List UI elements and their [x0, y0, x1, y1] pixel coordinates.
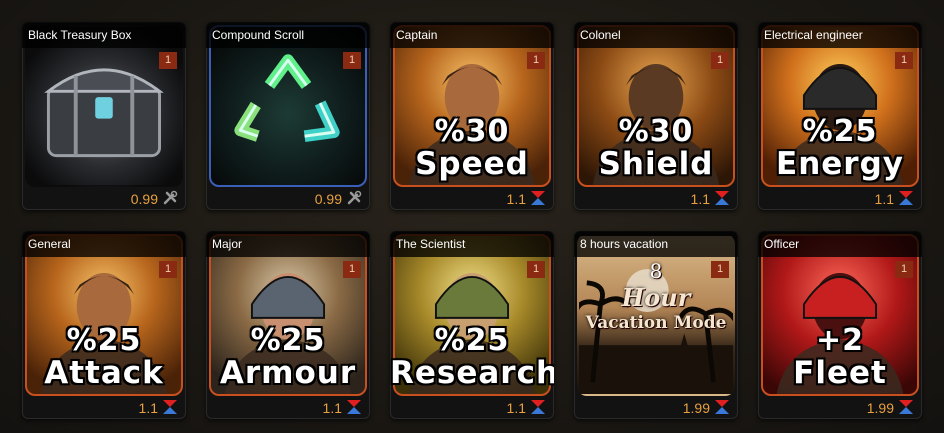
vacation-hour-label: Hour	[621, 283, 691, 312]
item-title: Electrical engineer	[758, 22, 922, 48]
tool-icon[interactable]	[162, 190, 178, 206]
item-title: Major	[206, 231, 370, 257]
tool-icon[interactable]	[346, 190, 362, 206]
up-down-arrows-icon[interactable]	[346, 399, 362, 415]
item-card-8-hours-vacation[interactable]: 8 hours vacation 18 Hour Vacation Mode 1.…	[574, 231, 738, 419]
recycle-icon	[234, 54, 340, 142]
up-down-arrows-icon[interactable]	[898, 190, 914, 206]
item-card-major[interactable]: Major 1 %25 Armour 1.1	[206, 231, 370, 419]
item-price: 1.1	[322, 400, 342, 416]
bonus-type: Energy	[775, 145, 904, 183]
quantity-badge: 1	[159, 261, 177, 278]
quantity-badge: 1	[895, 261, 913, 278]
item-card-colonel[interactable]: Colonel 1 %30 Shield 1.1	[574, 22, 738, 210]
bonus-value: %25	[802, 113, 878, 150]
bonus-type: Shield	[598, 145, 714, 183]
item-card-black-treasury-box[interactable]: Black Treasury Box 1 0.99	[22, 22, 186, 210]
quantity-badge: 1	[711, 261, 729, 278]
item-title: 8 hours vacation	[574, 231, 738, 257]
item-price: 1.1	[874, 191, 894, 207]
bonus-type: Research	[390, 354, 554, 392]
item-card-the-scientist[interactable]: The Scientist 1 %25 Research 1.1	[390, 231, 554, 419]
bonus-value: %25	[250, 322, 326, 359]
item-title: Black Treasury Box	[22, 22, 186, 48]
item-title: General	[22, 231, 186, 257]
quantity-badge: 1	[343, 52, 361, 69]
treasure-chest-icon	[44, 68, 164, 158]
item-title: Officer	[758, 231, 922, 257]
bonus-type: Armour	[219, 354, 357, 392]
item-artwork	[209, 25, 367, 187]
quantity-badge: 1	[527, 261, 545, 278]
item-card-officer[interactable]: Officer 1 +2 Fleet 1.99	[758, 231, 922, 419]
quantity-badge: 1	[343, 261, 361, 278]
item-price: 0.99	[314, 191, 342, 207]
up-down-arrows-icon[interactable]	[530, 190, 546, 206]
bonus-value: +2	[815, 322, 864, 359]
item-card-captain[interactable]: Captain 1 %30 Speed 1.1	[390, 22, 554, 210]
up-down-arrows-icon[interactable]	[714, 399, 730, 415]
item-title: Colonel	[574, 22, 738, 48]
item-price: 1.1	[138, 400, 158, 416]
bonus-value: %25	[434, 322, 510, 359]
item-price: 1.1	[506, 191, 526, 207]
item-artwork	[25, 25, 183, 187]
bonus-type: Fleet	[792, 354, 887, 392]
quantity-badge: 1	[159, 52, 177, 69]
item-price: 0.99	[130, 191, 158, 207]
up-down-arrows-icon[interactable]	[530, 399, 546, 415]
vacation-mode-label: Vacation Mode	[585, 313, 727, 333]
up-down-arrows-icon[interactable]	[898, 399, 914, 415]
item-title: Captain	[390, 22, 554, 48]
item-price: 1.99	[866, 400, 894, 416]
quantity-badge: 1	[895, 52, 913, 69]
bonus-value: %25	[66, 322, 142, 359]
bonus-value: %30	[618, 113, 694, 150]
up-down-arrows-icon[interactable]	[714, 190, 730, 206]
bonus-type: Attack	[43, 354, 164, 392]
quantity-badge: 1	[711, 52, 729, 69]
quantity-badge: 1	[527, 52, 545, 69]
item-card-compound-scroll[interactable]: Compound Scroll 1 0.99	[206, 22, 370, 210]
item-card-general[interactable]: General 1 %25 Attack 1.1	[22, 231, 186, 419]
up-down-arrows-icon[interactable]	[162, 399, 178, 415]
item-card-electrical-engineer[interactable]: Electrical engineer 1 %25 Energy 1.1	[758, 22, 922, 210]
shop-item-grid: Black Treasury Box 1 0.99 Compound Scroll…	[22, 22, 922, 419]
item-title: Compound Scroll	[206, 22, 370, 48]
bonus-value: %30	[434, 113, 510, 150]
item-price: 1.1	[690, 191, 710, 207]
bonus-type: Speed	[414, 145, 529, 183]
item-price: 1.1	[506, 400, 526, 416]
item-title: The Scientist	[390, 231, 554, 257]
item-price: 1.99	[682, 400, 710, 416]
